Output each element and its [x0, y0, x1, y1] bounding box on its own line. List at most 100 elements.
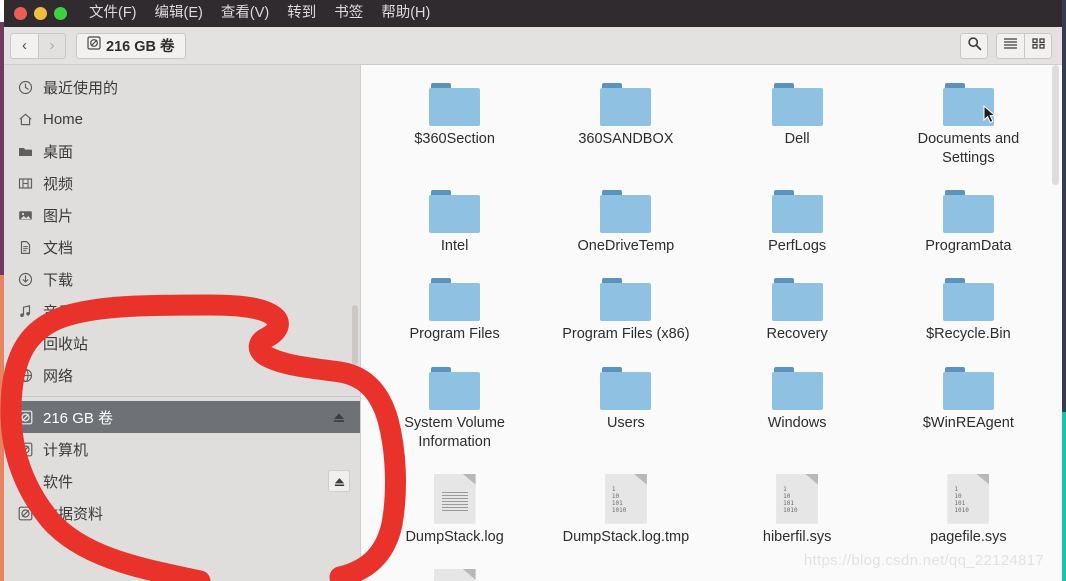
file-item[interactable]: 1 10 101 1010 DumpStack.log.tmp [540, 473, 711, 547]
file-item[interactable]: PerfLogs [712, 190, 883, 256]
file-item[interactable]: Recovery [712, 278, 883, 344]
file-item[interactable]: Documents and Settings [883, 83, 1054, 168]
menu-view[interactable]: 查看(V) [219, 0, 271, 27]
text-file-icon [433, 473, 476, 524]
file-label: Windows [767, 414, 827, 431]
file-label: hiberfil.sys [762, 528, 832, 545]
folder-icon [600, 190, 652, 234]
file-item[interactable]: Program Files (x86) [540, 278, 711, 344]
sidebar-item-videos[interactable]: 视频 [4, 167, 360, 199]
back-button[interactable]: ‹ [10, 32, 38, 59]
folder-icon [600, 366, 652, 410]
eject-icon[interactable] [328, 470, 350, 492]
sidebar-item-data[interactable]: 数据资料 [4, 497, 360, 529]
menu-file[interactable]: 文件(F) [87, 0, 139, 27]
file-label: Program Files (x86) [562, 326, 690, 343]
file-item[interactable]: $360Section [369, 83, 540, 168]
file-label: $360Section [414, 131, 495, 147]
file-item[interactable]: Windows [712, 366, 883, 452]
file-item[interactable]: Dell [712, 83, 883, 168]
drive-icon [17, 409, 34, 426]
sidebar-item-label: 数据资料 [43, 505, 104, 523]
sidebar-item-label: 桌面 [43, 143, 74, 161]
drive-icon [17, 441, 34, 458]
file-label: OneDriveTemp [577, 238, 675, 255]
sidebar-scrollbar[interactable] [352, 305, 358, 365]
file-label: DumpStack.log.tmp [562, 528, 690, 545]
file-item[interactable]: 1101011010 [369, 568, 540, 581]
file-label: Documents and Settings [917, 131, 1020, 167]
sidebar-item-label: 视频 [43, 175, 74, 193]
file-item[interactable]: ProgramData [883, 190, 1054, 256]
file-item[interactable]: $Recycle.Bin [883, 278, 1054, 344]
sidebar-item-desktop[interactable]: 桌面 [4, 135, 360, 167]
file-item[interactable]: Intel [369, 190, 540, 256]
sidebar-item-label: 网络 [43, 367, 74, 385]
list-view-button[interactable] [996, 32, 1024, 59]
file-item[interactable]: OneDriveTemp [540, 190, 711, 256]
video-icon [17, 175, 34, 192]
sidebar-item-pictures[interactable]: 图片 [4, 199, 360, 231]
document-icon [17, 239, 34, 256]
sidebar-item-label: 软件 [43, 473, 74, 491]
file-label: Intel [440, 238, 469, 255]
title-bar: 文件(F) 编辑(E) 查看(V) 转到 书签 帮助(H) [4, 0, 1062, 27]
file-item[interactable]: $WinREAgent [883, 366, 1054, 452]
menu-go[interactable]: 转到 [285, 0, 318, 27]
folder-icon [429, 366, 481, 410]
sidebar-item-volume-216gb[interactable]: 216 GB 卷 [4, 401, 360, 433]
screenshot-root: 文件(F) 编辑(E) 查看(V) 转到 书签 帮助(H) ‹ › 216 GB… [0, 0, 1066, 581]
file-item[interactable]: 1 10 101 1010 pagefile.sys [883, 473, 1054, 547]
toolbar-buttons [960, 32, 1052, 59]
file-label: DumpStack.log [405, 528, 504, 545]
file-item[interactable]: System Volume Information [369, 366, 540, 452]
breadcrumb[interactable]: 216 GB 卷 [76, 32, 186, 59]
forward-button[interactable]: › [38, 32, 66, 59]
file-manager-window: 文件(F) 编辑(E) 查看(V) 转到 书签 帮助(H) ‹ › 216 GB… [4, 0, 1062, 581]
music-icon [17, 303, 34, 320]
maximize-button[interactable] [54, 7, 67, 20]
navigation-buttons: ‹ › [10, 32, 66, 59]
sidebar-item-downloads[interactable]: 下载 [4, 263, 360, 295]
file-item[interactable]: Users [540, 366, 711, 452]
sidebar-item-network[interactable]: 网络 [4, 359, 360, 391]
minimize-button[interactable] [34, 7, 47, 20]
folder-icon [942, 278, 994, 322]
sidebar-item-trash[interactable]: 回收站 [4, 327, 360, 359]
home-icon [17, 111, 34, 128]
sidebar-item-documents[interactable]: 文档 [4, 231, 360, 263]
file-item[interactable]: Program Files [369, 278, 540, 344]
menu-help[interactable]: 帮助(H) [379, 0, 432, 27]
search-icon [967, 36, 982, 56]
close-button[interactable] [14, 7, 27, 20]
menu-edit[interactable]: 编辑(E) [153, 0, 205, 27]
search-button[interactable] [960, 32, 988, 59]
sidebar-item-music[interactable]: 音乐 [4, 295, 360, 327]
grid-view-button[interactable] [1024, 32, 1052, 59]
sidebar-item-computer[interactable]: 计算机 [4, 433, 360, 465]
file-item[interactable]: 360SANDBOX [540, 83, 711, 168]
file-label: ProgramData [925, 238, 1012, 255]
sidebar-item-software[interactable]: 软件 [4, 465, 360, 497]
sidebar-item-label: 回收站 [43, 335, 89, 353]
file-label: $WinREAgent [922, 414, 1014, 431]
folder-icon [429, 190, 481, 234]
eject-icon[interactable] [328, 406, 350, 428]
folder-icon [600, 278, 652, 322]
folder-icon [429, 83, 481, 126]
folder-icon [942, 190, 994, 234]
file-item[interactable]: 1 10 101 1010 hiberfil.sys [712, 473, 883, 547]
file-label: $Recycle.Bin [926, 326, 1011, 343]
sidebar-item-recent[interactable]: 最近使用的 [4, 71, 360, 103]
file-item[interactable]: DumpStack.log [369, 473, 540, 547]
file-label: Recovery [766, 326, 828, 343]
file-label: Users [606, 414, 645, 431]
window-body: 最近使用的 Home 桌面 视频 图片 文档 下载 音乐 回收站 网络 216 … [4, 65, 1062, 581]
trash-icon [17, 335, 34, 352]
menu-bookmarks[interactable]: 书签 [332, 0, 365, 27]
sidebar-item-label: 音乐 [43, 303, 74, 321]
sidebar-item-home[interactable]: Home [4, 103, 360, 135]
pane-scrollbar[interactable] [1052, 65, 1059, 185]
folder-icon [771, 83, 823, 126]
folder-icon [942, 366, 994, 410]
